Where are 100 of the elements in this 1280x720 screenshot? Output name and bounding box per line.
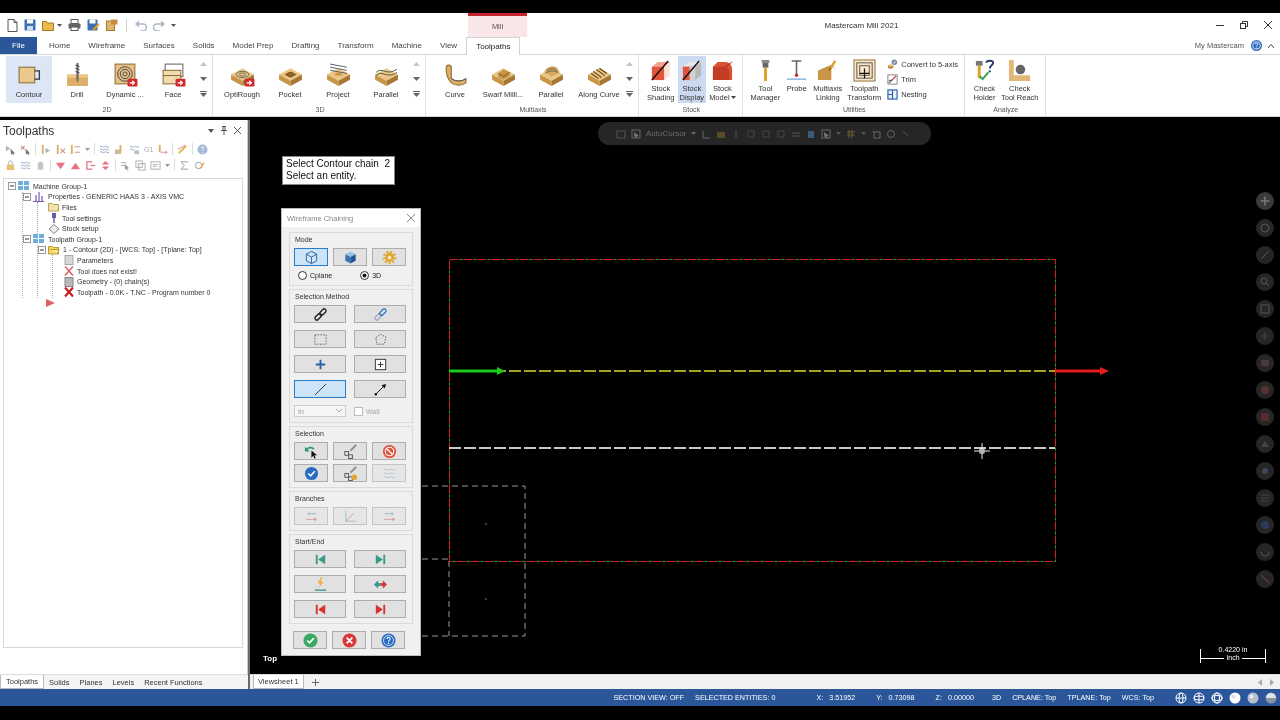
more-icon[interactable]: [199, 91, 207, 97]
start-end-button[interactable]: [354, 550, 406, 568]
selection-button[interactable]: [294, 442, 328, 460]
disc-icon[interactable]: [1256, 435, 1274, 453]
caret-icon[interactable]: [730, 96, 736, 99]
scroll-up-icon[interactable]: [412, 62, 420, 66]
dropdown-caret-icon[interactable]: [208, 128, 214, 133]
disc-icon[interactable]: [1256, 354, 1274, 372]
start-end-button[interactable]: [294, 600, 346, 618]
waves-icon[interactable]: [20, 159, 31, 171]
scroll-down-icon[interactable]: [412, 76, 420, 81]
lock-icon[interactable]: [5, 159, 16, 171]
help-icon[interactable]: [1251, 40, 1262, 51]
eye-wrench-icon[interactable]: [194, 159, 205, 171]
sphere-icon[interactable]: [1229, 691, 1241, 704]
frame-box-icon[interactable]: [150, 159, 161, 171]
collapse-toggle-icon[interactable]: [8, 182, 16, 191]
tool-arrows-icon[interactable]: [70, 143, 81, 155]
ribbon-tab[interactable]: Model Prep: [223, 37, 283, 54]
help-button[interactable]: [371, 631, 405, 649]
ribbon-tab[interactable]: Drafting: [282, 37, 329, 54]
start-end-button[interactable]: [294, 575, 346, 593]
ghost-icon[interactable]: [35, 159, 46, 171]
scroll-down-icon[interactable]: [199, 76, 207, 81]
disc-icon[interactable]: [1256, 516, 1274, 534]
pin-icon[interactable]: [221, 126, 227, 135]
play-cursor-icon[interactable]: [5, 143, 16, 155]
ribbon-tab[interactable]: Wireframe: [79, 37, 135, 54]
selection-method-button[interactable]: [354, 355, 406, 373]
more-icon[interactable]: [412, 91, 420, 97]
disc-icon[interactable]: [1256, 408, 1274, 426]
minimize-icon[interactable]: [1216, 24, 1224, 26]
bracket-arrow-icon[interactable]: [85, 159, 96, 171]
cursor-box-icon[interactable]: [821, 128, 832, 139]
waves-icon[interactable]: [99, 143, 110, 155]
disc-icon[interactable]: [1256, 381, 1274, 399]
file-tab[interactable]: File: [0, 37, 37, 54]
square-icon[interactable]: [616, 128, 626, 139]
disc-icon[interactable]: [1256, 300, 1274, 318]
disc-icon[interactable]: [1256, 273, 1274, 291]
disc-icon[interactable]: [1256, 219, 1274, 237]
box-cursor-icon[interactable]: [871, 128, 882, 139]
scroll-up-icon[interactable]: [199, 62, 207, 66]
disc-icon[interactable]: [1256, 246, 1274, 264]
save-icon[interactable]: [24, 19, 36, 31]
start-end-button[interactable]: [354, 575, 406, 593]
selection-button[interactable]: [333, 442, 367, 460]
cross-cursor-icon[interactable]: [20, 143, 31, 155]
open-folder-icon[interactable]: [42, 19, 55, 31]
insert-arrow-icon[interactable]: [46, 298, 55, 307]
add-tab-icon[interactable]: [311, 678, 319, 686]
ribbon-tab[interactable]: Transform: [328, 37, 383, 54]
selection-method-button[interactable]: [294, 305, 346, 323]
rotate-icon[interactable]: [886, 128, 897, 139]
globe-icon[interactable]: [1211, 691, 1223, 704]
waves-block-icon[interactable]: [129, 143, 140, 155]
disc-icon[interactable]: [1256, 570, 1274, 588]
disc-icon[interactable]: [1256, 489, 1274, 507]
collapse-toggle-icon[interactable]: [38, 245, 46, 254]
plus-icon[interactable]: [1256, 192, 1274, 210]
ribbon-tab[interactable]: Surfaces: [134, 37, 184, 54]
selection-button[interactable]: [372, 442, 406, 460]
cursor-lines-icon[interactable]: [120, 159, 131, 171]
sphere-icon[interactable]: [1247, 691, 1259, 704]
cube-icon[interactable]: [806, 128, 817, 139]
start-end-button[interactable]: [354, 600, 406, 618]
globe-icon[interactable]: [1175, 691, 1187, 704]
scroll-up-icon[interactable]: [625, 62, 633, 66]
start-end-button[interactable]: [294, 550, 346, 568]
restore-icon[interactable]: [1240, 21, 1248, 29]
folder-flag-icon[interactable]: [106, 19, 118, 31]
ribbon-tab[interactable]: Home: [40, 37, 80, 54]
scroll-right-icon[interactable]: [1270, 678, 1274, 686]
disc-icon[interactable]: [1256, 462, 1274, 480]
cancel-button[interactable]: [332, 631, 366, 649]
mode-button[interactable]: [333, 248, 367, 266]
print-icon[interactable]: [68, 19, 81, 31]
axis-icon[interactable]: [701, 128, 712, 139]
sphere-icon[interactable]: [1265, 691, 1277, 704]
collapse-toggle-icon[interactable]: [23, 192, 31, 201]
save-as-icon[interactable]: [87, 19, 100, 31]
copy-box-icon[interactable]: [135, 159, 146, 171]
ok-button[interactable]: [293, 631, 327, 649]
redo-icon[interactable]: [153, 19, 165, 31]
up-down-icon[interactable]: [100, 159, 111, 171]
sigma-icon[interactable]: [179, 159, 190, 171]
disc-icon[interactable]: [1256, 543, 1274, 561]
scroll-down-icon[interactable]: [625, 76, 633, 81]
disc-icon[interactable]: [1256, 327, 1274, 345]
ribbon-tab[interactable]: View: [430, 37, 467, 54]
close-icon[interactable]: [234, 127, 241, 134]
tool-cross-icon[interactable]: [55, 143, 66, 155]
close-icon[interactable]: [1264, 21, 1272, 29]
scroll-left-icon[interactable]: [1258, 678, 1262, 686]
cursor-box-icon[interactable]: [631, 128, 641, 139]
ribbon-tab[interactable]: Solids: [183, 37, 224, 54]
selection-button[interactable]: [294, 464, 328, 482]
tool-play-icon[interactable]: [40, 143, 51, 155]
undo-icon[interactable]: [135, 19, 147, 31]
mode-button[interactable]: [294, 248, 328, 266]
